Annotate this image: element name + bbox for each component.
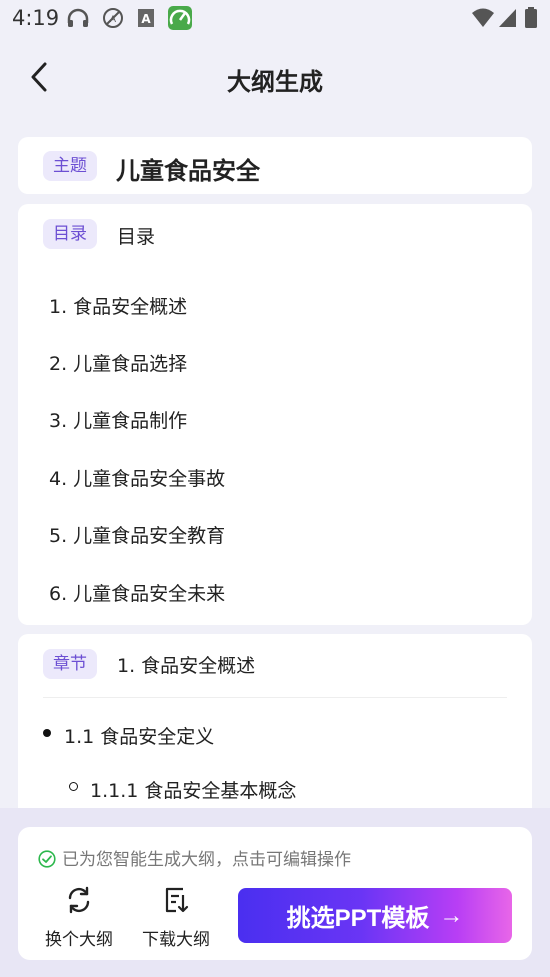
- choose-ppt-template-button[interactable]: 挑选PPT模板 →: [238, 888, 512, 943]
- chapter-tag: 章节: [43, 649, 97, 679]
- download-outline-label: 下载大纲: [142, 930, 210, 950]
- no-location-icon: A: [103, 8, 123, 28]
- battery-icon: [525, 7, 537, 28]
- chapter-card: 章节 1. 食品安全概述 1.1 食品安全定义 1.1.1 食品安全基本概念: [18, 634, 532, 824]
- check-circle-icon: [38, 850, 56, 868]
- headphones-icon: [67, 8, 89, 27]
- toc-item[interactable]: 4. 儿童食品安全事故: [49, 464, 225, 491]
- toc-item[interactable]: 6. 儿童食品安全未来: [49, 579, 225, 606]
- download-doc-icon: [165, 887, 189, 913]
- toc-item[interactable]: 3. 儿童食品制作: [49, 406, 187, 433]
- hint-row: 已为您智能生成大纲，点击可编辑操作: [38, 845, 351, 870]
- status-bar: 4:19 A A: [0, 0, 550, 38]
- switch-outline-button[interactable]: 换个大纲: [39, 885, 119, 950]
- download-outline-button[interactable]: 下载大纲: [136, 885, 216, 950]
- toc-item[interactable]: 5. 儿童食品安全教育: [49, 521, 225, 548]
- topic-card[interactable]: 主题 儿童食品安全: [18, 137, 532, 194]
- switch-outline-label: 换个大纲: [45, 930, 113, 950]
- hint-text: 已为您智能生成大纲，点击可编辑操作: [62, 850, 351, 870]
- status-time: 4:19: [12, 6, 60, 30]
- text-a-icon: A: [138, 9, 154, 27]
- toc-card: 目录 目录 1. 食品安全概述 2. 儿童食品选择 3. 儿童食品制作 4. 儿…: [18, 204, 532, 625]
- svg-text:A: A: [141, 12, 151, 26]
- bullet-circle: [69, 782, 78, 791]
- bottom-action-panel: 已为您智能生成大纲，点击可编辑操作 换个大纲 下载大纲 挑选PPT模板 →: [18, 827, 532, 960]
- toc-item[interactable]: 2. 儿童食品选择: [49, 349, 187, 376]
- toc-item[interactable]: 1. 食品安全概述: [49, 292, 187, 319]
- choose-ppt-template-label: 挑选PPT模板: [286, 905, 430, 932]
- toc-tag: 目录: [43, 219, 97, 249]
- section-item[interactable]: 1.1 食品安全定义: [64, 722, 214, 749]
- signal-icon: [499, 9, 516, 27]
- page-title: 大纲生成: [227, 68, 323, 96]
- arrow-right-icon: →: [439, 901, 464, 929]
- divider: [43, 697, 507, 698]
- bullet-dot: [43, 729, 51, 737]
- wifi-icon: [472, 8, 494, 27]
- topic-title[interactable]: 儿童食品安全: [116, 151, 260, 186]
- refresh-icon: [68, 886, 90, 914]
- toc-heading[interactable]: 目录: [117, 222, 155, 249]
- subsection-item[interactable]: 1.1.1 食品安全基本概念: [90, 776, 296, 803]
- chapter-heading[interactable]: 1. 食品安全概述: [117, 651, 255, 678]
- header-bar: 大纲生成: [0, 50, 550, 106]
- topic-tag: 主题: [43, 151, 97, 181]
- app-notification-icon: [168, 6, 192, 30]
